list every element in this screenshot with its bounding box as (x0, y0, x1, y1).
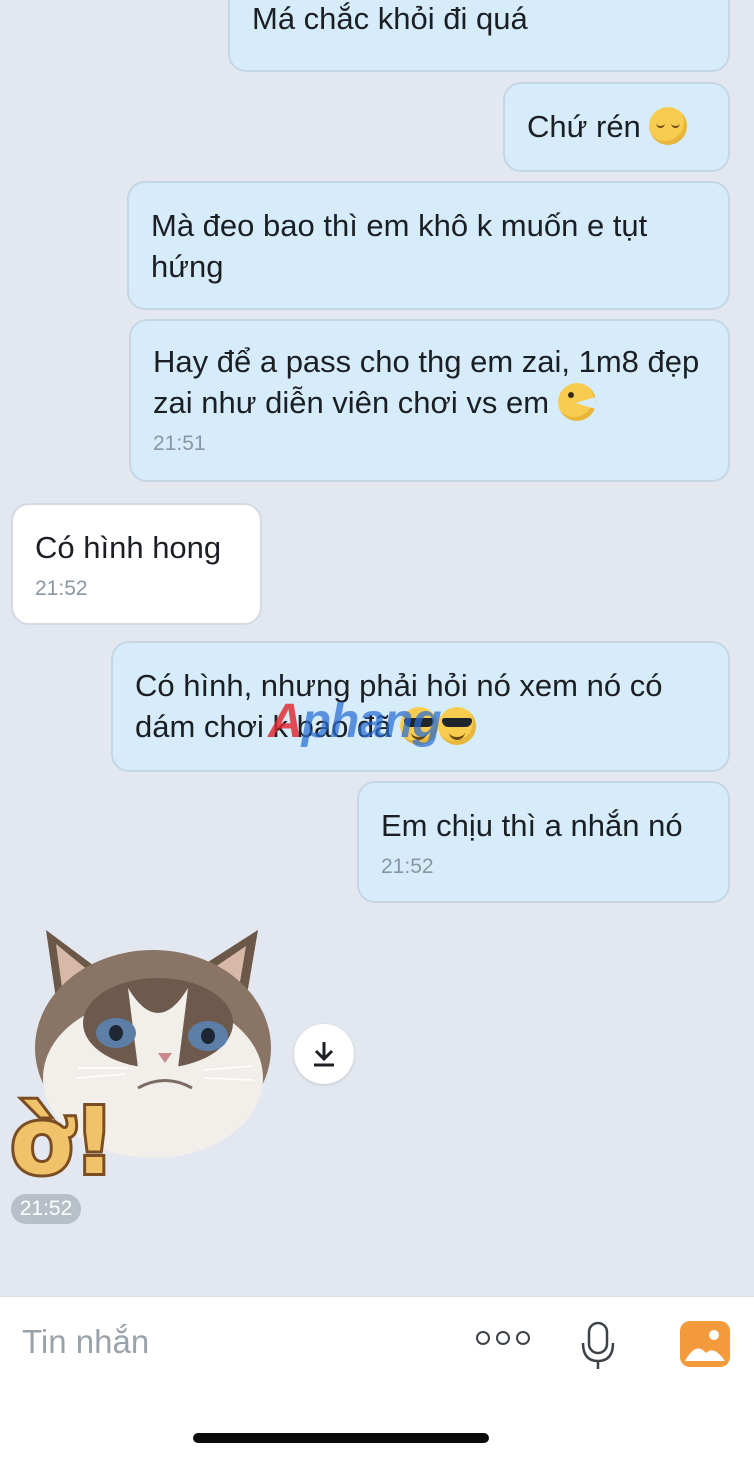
message-timestamp: 21:52 (35, 577, 88, 600)
grumpy-cat-sticker-image: ờ! (7, 930, 271, 1198)
more-options-icon[interactable] (476, 1331, 530, 1345)
message-bubble-outgoing[interactable]: Hay để a pass cho thg em zai, 1m8 đẹp za… (129, 319, 730, 482)
download-icon (314, 1042, 334, 1067)
dot (496, 1331, 510, 1345)
download-button[interactable] (294, 1024, 354, 1084)
photo-gallery-icon[interactable] (680, 1321, 730, 1372)
home-indicator (193, 1433, 489, 1443)
dot (516, 1331, 530, 1345)
message-text: Má chắc khỏi đi quá (252, 1, 528, 36)
message-line: Chứ rén (527, 106, 706, 147)
message-text: Em chịu thì a nhắn nó (381, 808, 683, 843)
message-text: Có hình hong (35, 530, 222, 565)
message-bubble-incoming[interactable]: Có hình hong 21:52 (11, 503, 262, 625)
sunglasses-face-icon (400, 707, 439, 745)
message-bubble-outgoing[interactable]: Má chắc khỏi đi quá (228, 0, 730, 72)
message-bubble-outgoing[interactable]: Mà đeo bao thì em khô k muốn e tụt hứng (127, 181, 730, 310)
svg-text:ờ!: ờ! (10, 1088, 115, 1188)
message-input[interactable]: Tin nhắn (22, 1323, 149, 1361)
message-bubble-outgoing[interactable]: Chứ rén (503, 82, 730, 172)
microphone-icon[interactable] (580, 1321, 616, 1376)
message-text: Hay để a pass cho thg em zai, 1m8 đẹp za… (153, 344, 700, 420)
message-line: Có hình, nhưng phải hỏi nó xem nó có dám… (135, 665, 706, 747)
grumpy-cat-sticker[interactable]: ờ! ờ! (7, 918, 278, 1198)
sleepy-face-icon (649, 107, 688, 145)
winking-face-icon (557, 383, 596, 421)
sunglasses-face-icon (438, 707, 477, 745)
message-text: Có hình, nhưng phải hỏi nó xem nó có dám… (135, 668, 663, 744)
message-text: Mà đeo bao thì em khô k muốn e tụt hứng (151, 208, 648, 284)
dot (476, 1331, 490, 1345)
message-text: Chứ rén (527, 109, 641, 144)
message-bubble-outgoing[interactable]: Em chịu thì a nhắn nó 21:52 (357, 781, 730, 903)
sticker-timestamp: 21:52 (11, 1194, 81, 1224)
message-timestamp: 21:52 (381, 855, 434, 878)
message-bubble-outgoing[interactable]: Có hình, nhưng phải hỏi nó xem nó có dám… (111, 641, 730, 772)
message-line: Hay để a pass cho thg em zai, 1m8 đẹp za… (153, 341, 706, 423)
message-timestamp: 21:51 (153, 432, 206, 455)
